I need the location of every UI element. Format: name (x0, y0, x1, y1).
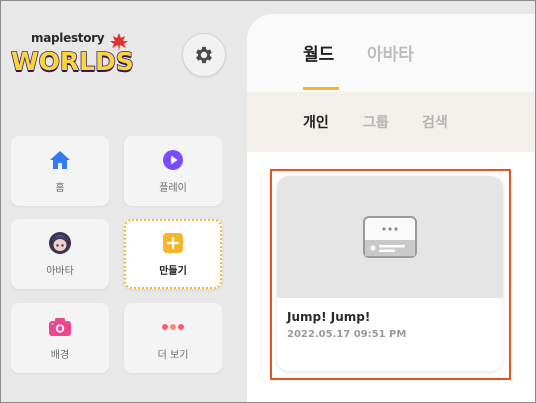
world-thumbnail (277, 176, 503, 298)
logo-subtext: maplestory (31, 31, 105, 45)
home-icon (49, 149, 71, 171)
create-plus-icon (162, 232, 184, 254)
subtab-search[interactable]: 검색 (422, 112, 448, 132)
maplestory-worlds-logo: maplestory WORLDS (9, 31, 134, 81)
world-placeholder-icon (363, 216, 417, 258)
settings-button[interactable] (182, 33, 226, 77)
nav-tile-create[interactable]: 만들기 (124, 219, 222, 289)
nav-label-create: 만들기 (159, 266, 187, 277)
main-tab-bar: 월드 아바타 (247, 14, 535, 92)
nav-tile-play[interactable]: 플레이 (124, 136, 222, 206)
nav-label-home: 홈 (55, 183, 65, 194)
camera-icon (48, 316, 72, 338)
content-panel: 월드 아바타 개인 그룹 검색 Jump! Jump! 2022.05.17 0… (247, 14, 535, 402)
world-list: Jump! Jump! 2022.05.17 09:51 PM (247, 152, 535, 402)
tab-avatar[interactable]: 아바타 (367, 40, 414, 65)
world-date: 2022.05.17 09:51 PM (287, 329, 407, 340)
subtab-personal[interactable]: 개인 (303, 112, 329, 132)
app-window: maplestory WORLDS 홈 플레이 아바타 만들기 배경 더 보기 … (0, 0, 536, 403)
tab-world[interactable]: 월드 (303, 40, 334, 65)
nav-tile-background[interactable]: 배경 (11, 303, 109, 373)
sidebar: maplestory WORLDS 홈 플레이 아바타 만들기 배경 더 보기 (1, 1, 247, 402)
nav-label-play: 플레이 (159, 183, 187, 194)
active-tab-indicator (303, 87, 339, 90)
gear-icon (196, 46, 212, 64)
nav-label-background: 배경 (50, 350, 70, 361)
nav-label-avatar: 아바타 (46, 266, 74, 277)
maple-leaf-icon (110, 33, 128, 51)
more-dots-icon (161, 316, 185, 338)
nav-tile-home[interactable]: 홈 (11, 136, 109, 206)
avatar-icon (48, 232, 72, 254)
world-title: Jump! Jump! (287, 310, 371, 324)
nav-tile-more[interactable]: 더 보기 (124, 303, 222, 373)
subtab-group[interactable]: 그룹 (363, 112, 389, 132)
nav-label-more: 더 보기 (157, 350, 189, 361)
nav-tile-avatar[interactable]: 아바타 (11, 219, 109, 289)
world-card[interactable]: Jump! Jump! 2022.05.17 09:51 PM (277, 176, 503, 371)
play-icon (162, 149, 184, 171)
sub-tab-bar: 개인 그룹 검색 (247, 92, 535, 152)
